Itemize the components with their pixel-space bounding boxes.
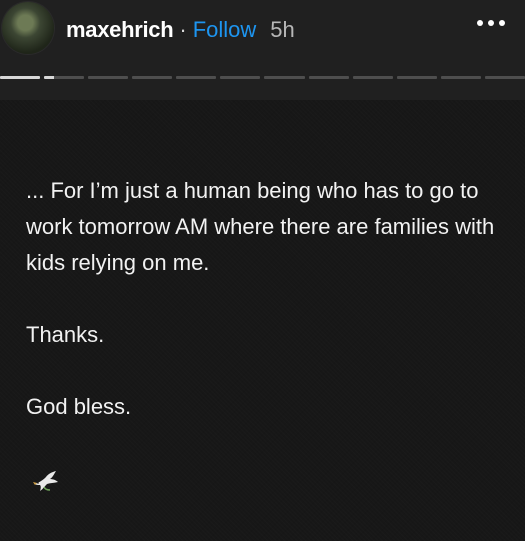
progress-segment [176, 76, 217, 79]
progress-segment [308, 76, 349, 79]
more-options-icon[interactable] [477, 20, 505, 26]
more-dot [488, 20, 494, 26]
progress-segment [396, 76, 437, 79]
progress-segment [88, 76, 129, 79]
avatar[interactable] [2, 2, 54, 54]
progress-segment [352, 76, 393, 79]
story-text: ... For I’m just a human being who has t… [26, 173, 506, 461]
more-dot [477, 20, 483, 26]
story-progress-bar [0, 76, 525, 80]
separator-dot: · [179, 17, 187, 42]
username-link[interactable]: maxehrich [66, 17, 174, 43]
post-paragraph: ... For I’m just a human being who has t… [26, 178, 495, 275]
progress-segment [44, 76, 85, 79]
dove-icon [33, 471, 58, 491]
progress-segment [264, 76, 305, 79]
progress-segment [220, 76, 261, 79]
more-dot [499, 20, 505, 26]
progress-segment [132, 76, 173, 79]
progress-segment [440, 76, 481, 79]
progress-segment [484, 76, 525, 79]
follow-button[interactable]: Follow [193, 17, 257, 43]
user-line: maxehrich · Follow 5h [66, 14, 295, 46]
post-paragraph: Thanks. [26, 322, 105, 347]
timestamp: 5h [270, 17, 295, 42]
story-header: maxehrich · Follow 5h [0, 0, 525, 100]
progress-segment [0, 76, 41, 79]
post-paragraph: God bless. [26, 394, 132, 419]
